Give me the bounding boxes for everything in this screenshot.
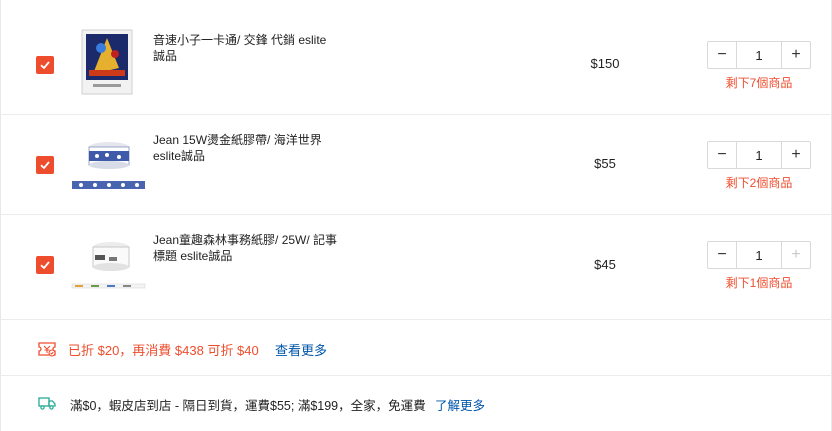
- item-3-stock-label: 剩下1個商品: [725, 276, 793, 290]
- shop-voucher-row: 已折 $20，再消費 $438 可折 $40 查看更多: [0, 320, 832, 376]
- item-2-quantity-stepper: − 1 +: [707, 141, 811, 169]
- item-3-checkbox[interactable]: [36, 256, 54, 274]
- item-1-increase-button[interactable]: +: [781, 42, 810, 68]
- item-3-increase-button-disabled: +: [781, 242, 810, 268]
- cart-item-2: Jean 15W燙金紙膠帶/ 海洋世界 eslite誠品 $55 − 1 + 剩…: [0, 115, 832, 215]
- item-3-thumbnail[interactable]: [71, 227, 146, 302]
- item-2-decrease-button[interactable]: −: [708, 142, 737, 168]
- check-icon: [40, 61, 50, 70]
- item-1-quantity-stepper: − 1 +: [707, 41, 811, 69]
- shipping-learn-more-link[interactable]: 了解更多: [435, 395, 485, 414]
- item-1-quantity-input[interactable]: 1: [737, 42, 781, 68]
- item-2-quantity-input[interactable]: 1: [737, 142, 781, 168]
- item-2-increase-button[interactable]: +: [781, 142, 810, 168]
- item-1-thumbnail[interactable]: [71, 24, 146, 99]
- item-2-title[interactable]: Jean 15W燙金紙膠帶/ 海洋世界 eslite誠品: [153, 132, 338, 164]
- item-2-price: $55: [594, 156, 616, 171]
- item-3-title[interactable]: Jean童趣森林事務紙膠/ 25W/ 記事標題 eslite誠品: [153, 232, 338, 264]
- item-3-quantity-input[interactable]: 1: [737, 242, 781, 268]
- item-3-quantity-stepper: − 1 +: [707, 241, 811, 269]
- item-1-price: $150: [590, 56, 620, 71]
- item-3-price: $45: [594, 257, 616, 272]
- item-2-stock-label: 剩下2個商品: [725, 176, 793, 190]
- truck-icon: [38, 397, 56, 410]
- voucher-discount-text: 已折 $20，再消費 $438 可折 $40: [68, 343, 259, 358]
- voucher-icon: [38, 342, 56, 357]
- item-1-title[interactable]: 音速小子一卡通/ 交鋒 代銷 eslite誠品: [153, 32, 338, 64]
- cart-item-1: 音速小子一卡通/ 交鋒 代銷 eslite誠品 $150 − 1 + 剩下7個商…: [0, 14, 832, 115]
- item-2-checkbox[interactable]: [36, 156, 54, 174]
- item-1-checkbox[interactable]: [36, 56, 54, 74]
- item-2-thumbnail[interactable]: [71, 127, 146, 202]
- shipping-info-text: 滿$0，蝦皮店到店 - 隔日到貨，運費$55; 滿$199，全家，免運費: [70, 399, 426, 413]
- item-1-stock-label: 剩下7個商品: [725, 76, 793, 90]
- cart-item-3: Jean童趣森林事務紙膠/ 25W/ 記事標題 eslite誠品 $45 − 1…: [0, 215, 832, 320]
- check-icon: [40, 161, 50, 170]
- shipping-info-row: 滿$0，蝦皮店到店 - 隔日到貨，運費$55; 滿$199，全家，免運費 了解更…: [0, 376, 832, 431]
- item-3-decrease-button[interactable]: −: [708, 242, 737, 268]
- item-1-decrease-button[interactable]: −: [708, 42, 737, 68]
- voucher-see-more-link[interactable]: 查看更多: [275, 340, 327, 359]
- check-icon: [40, 261, 50, 270]
